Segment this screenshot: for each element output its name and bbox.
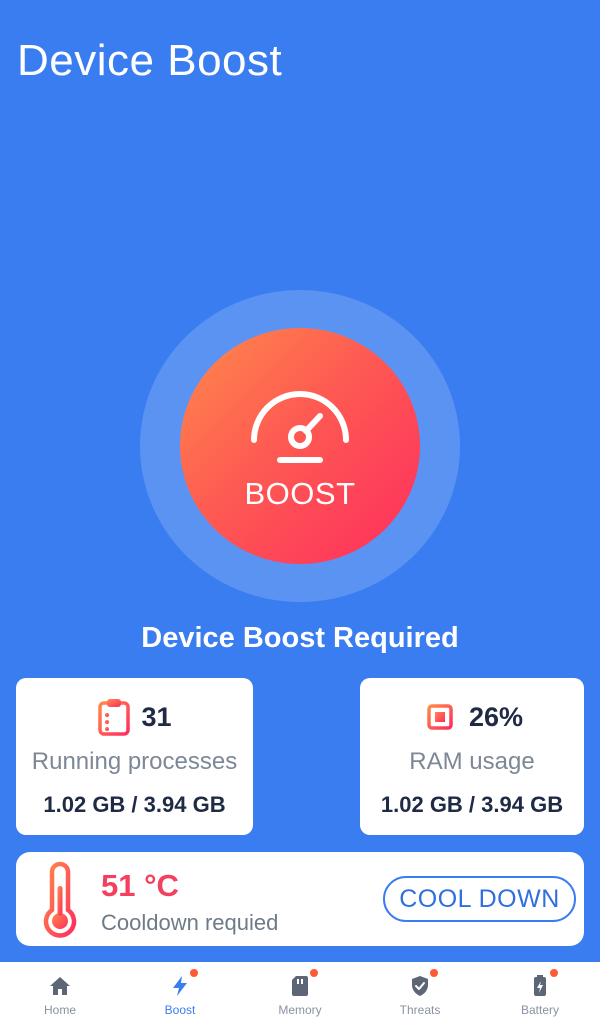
nav-label-battery: Battery: [520, 1003, 559, 1017]
nav-item-threats[interactable]: Threats: [360, 962, 480, 1024]
sd-card-icon-wrap: [288, 969, 318, 998]
boost-status-heading: Device Boost Required: [141, 622, 459, 654]
app-title: Device Boost: [17, 36, 283, 85]
nav-item-boost[interactable]: Boost: [120, 962, 240, 1024]
boost-badge: [190, 969, 198, 977]
ram-memory: 1.02 GB / 3.94 GB: [380, 792, 564, 817]
processes-card: 31 Running processes 1.02 GB / 3.94 GB: [16, 678, 253, 835]
ram-label: RAM usage: [409, 748, 535, 775]
temperature-label: Cooldown requied: [101, 910, 279, 935]
battery-badge: [550, 969, 558, 977]
processes-memory: 1.02 GB / 3.94 GB: [43, 792, 226, 817]
boost-button[interactable]: BOOST: [180, 328, 420, 564]
nav-label-boost: Boost: [164, 1003, 196, 1017]
battery-icon-wrap: [528, 969, 558, 998]
nav-label-home: Home: [43, 1003, 76, 1017]
shield-icon: [412, 976, 428, 996]
boost-label: BOOST: [244, 476, 356, 511]
sd-card-icon: [292, 976, 308, 996]
nav-label-threats: Threats: [399, 1003, 441, 1017]
nav-item-memory[interactable]: Memory: [240, 962, 360, 1024]
threats-badge: [430, 969, 438, 977]
lightning-icon-wrap: [168, 969, 198, 998]
home-icon: [50, 977, 70, 995]
clipboard-list-icon: [98, 699, 131, 736]
ram-percentage: 26%: [468, 701, 524, 732]
nav-item-home[interactable]: Home: [0, 962, 120, 1024]
cpu-chip-icon: [421, 698, 459, 736]
processes-count: 31: [141, 701, 172, 732]
temperature-value: 51 °C: [101, 868, 179, 903]
temperature-card: 51 °C Cooldown requied COOL DOWN: [16, 852, 584, 946]
nav-item-battery[interactable]: Battery: [480, 962, 600, 1024]
lightning-icon: [173, 976, 187, 996]
speedometer-icon: [251, 391, 349, 463]
cool-down-button[interactable]: COOL DOWN: [383, 876, 576, 922]
memory-badge: [310, 969, 318, 977]
ram-card: 26% RAM usage 1.02 GB / 3.94 GB: [360, 678, 584, 835]
nav-label-memory: Memory: [278, 1003, 322, 1017]
shield-icon-wrap: [408, 969, 438, 998]
battery-icon: [534, 975, 546, 996]
processes-label: Running processes: [31, 748, 238, 775]
thermometer-icon: [43, 861, 90, 938]
bottom-nav: Home Boost Memory Threats Battery: [0, 962, 600, 1024]
